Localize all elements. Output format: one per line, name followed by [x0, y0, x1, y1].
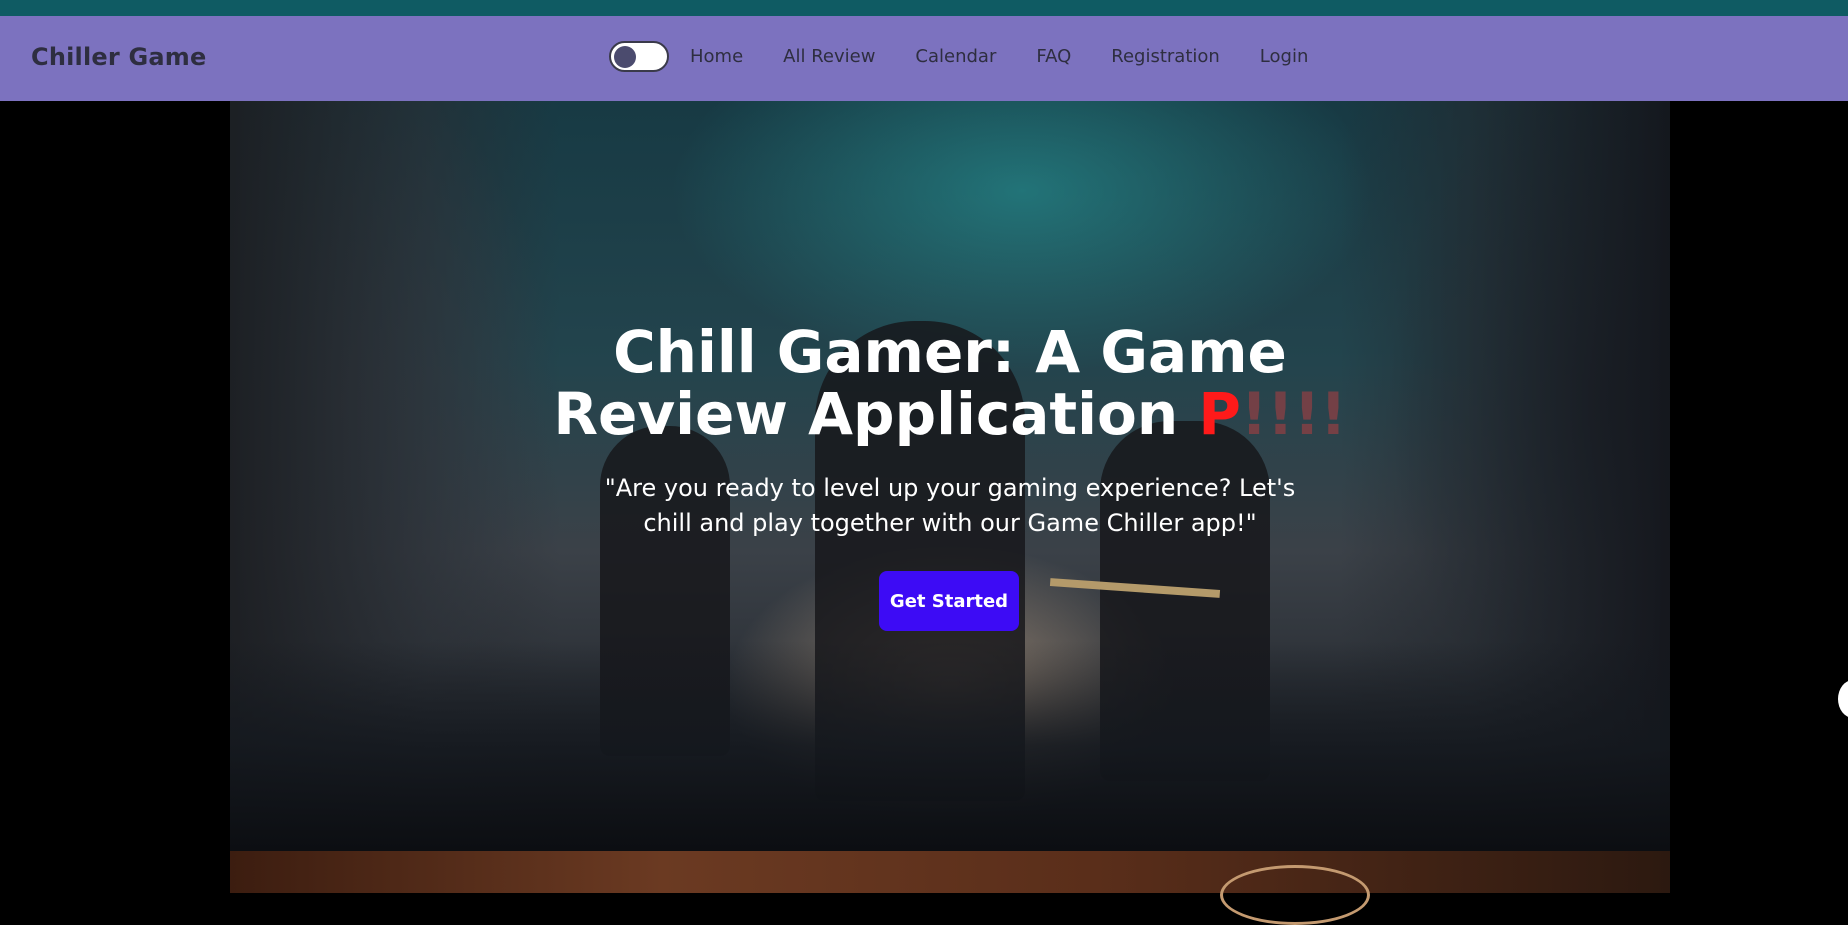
brand-logo-text[interactable]: Chiller Game [31, 43, 206, 71]
nav-link-registration[interactable]: Registration [1111, 46, 1220, 67]
navbar: Chiller Game Home All Review Calendar FA… [0, 16, 1848, 101]
hero-title-accent: P [1198, 380, 1241, 448]
top-strip [0, 0, 1848, 16]
hero-title-line1: Chill Gamer: A Game [613, 318, 1287, 386]
nav-link-home[interactable]: Home [690, 46, 743, 67]
nav-links: Home All Review Calendar FAQ Registratio… [690, 46, 1348, 67]
hero-bg-ground [230, 641, 1670, 851]
nav-link-faq[interactable]: FAQ [1036, 46, 1071, 67]
nav-link-all-review[interactable]: All Review [783, 46, 875, 67]
get-started-button[interactable]: Get Started [879, 571, 1019, 631]
next-section-artwork [1220, 865, 1370, 925]
hero-title-accent-fade: !!!! [1240, 380, 1347, 448]
floating-scroll-button[interactable] [1838, 680, 1848, 718]
hero-subtitle: "Are you ready to level up your gaming e… [604, 474, 1296, 537]
theme-toggle[interactable] [609, 41, 669, 72]
hero-banner: Chill Gamer: A Game Review Application P… [230, 101, 1670, 851]
nav-link-login[interactable]: Login [1260, 46, 1309, 67]
hero-title: Chill Gamer: A Game Review Application P… [230, 321, 1670, 445]
hero-title-line2: Review Application [553, 380, 1199, 448]
theme-toggle-knob [614, 46, 636, 68]
nav-link-calendar[interactable]: Calendar [915, 46, 996, 67]
next-section-preview [230, 851, 1670, 925]
